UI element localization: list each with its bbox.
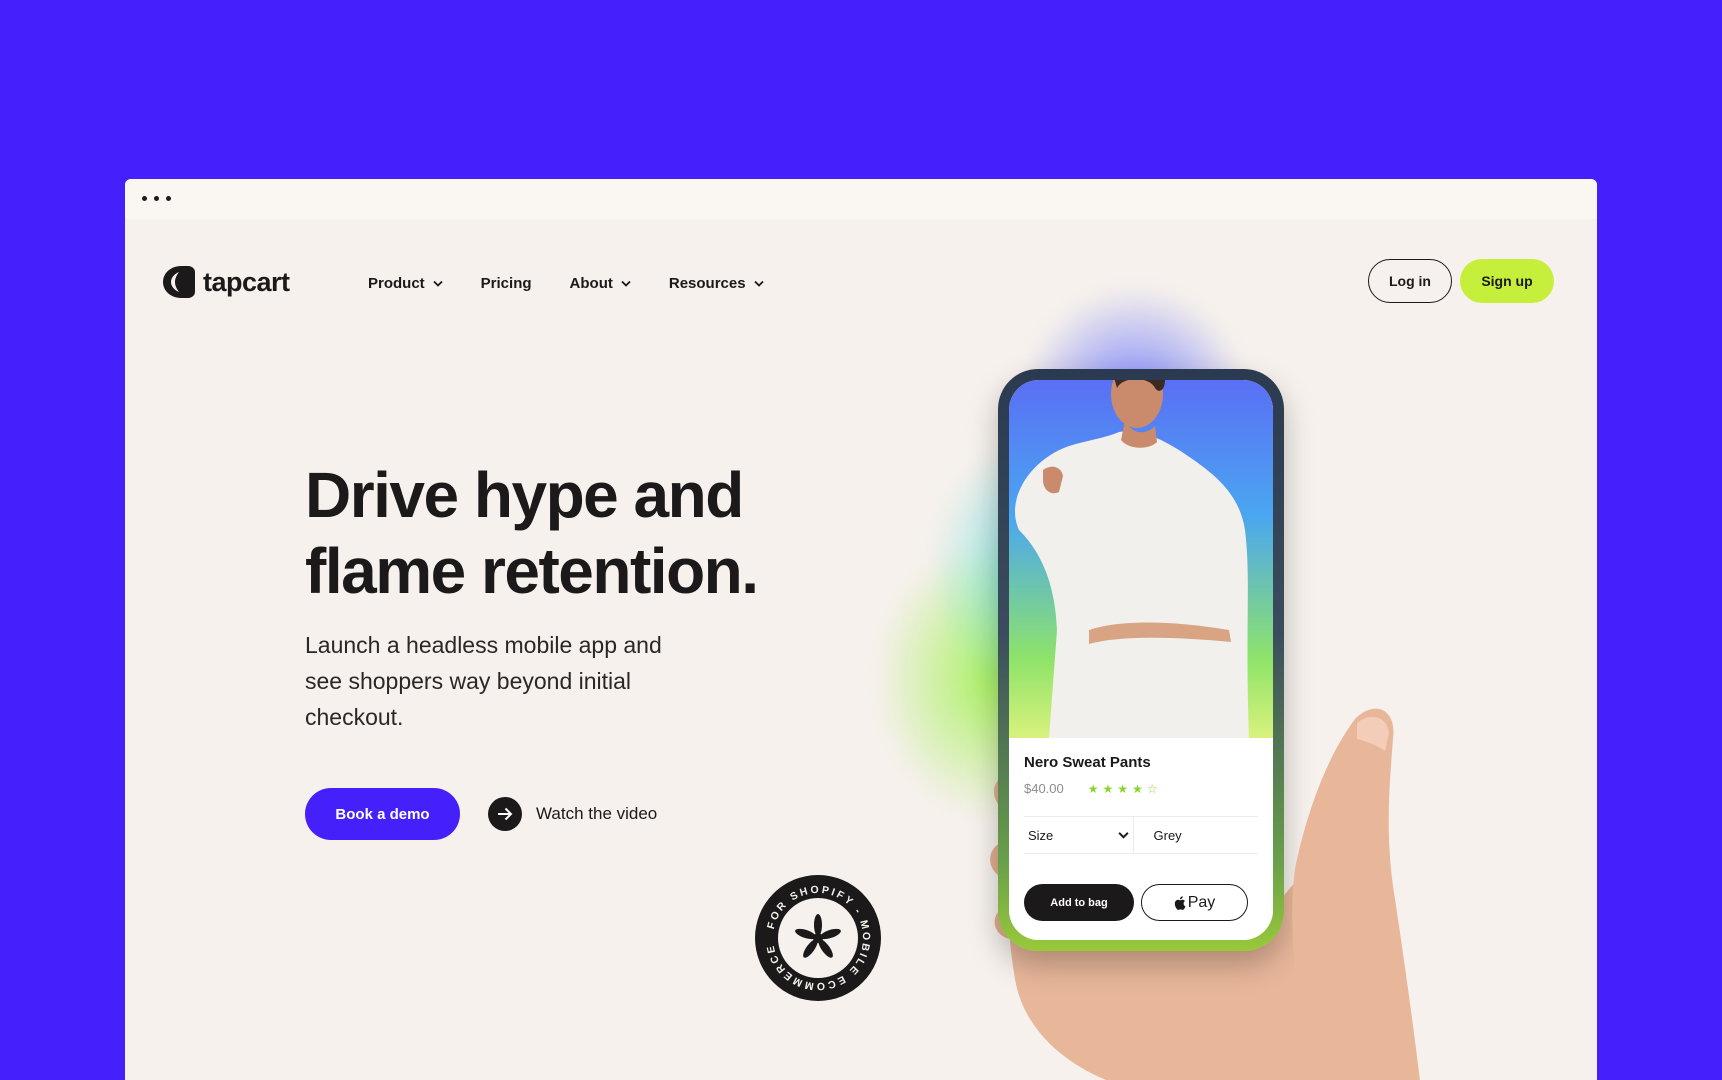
menu-item-about[interactable]: About (570, 275, 631, 292)
browser-chrome (125, 179, 1597, 219)
menu-item-pricing[interactable]: Pricing (481, 275, 532, 292)
hand-thumb-image (1292, 708, 1420, 1080)
hero-subtitle: Launch a headless mobile app and see sho… (305, 632, 662, 730)
menu-item-label: About (569, 275, 613, 292)
watch-video-label: Watch the video (536, 804, 658, 823)
login-button[interactable]: Log in (1368, 259, 1452, 303)
menu-item-product[interactable]: Product (368, 275, 443, 292)
hero-title: Drive hype and flame retention. (305, 457, 865, 609)
add-to-bag-button[interactable]: Add to bag (1024, 884, 1134, 921)
logo[interactable]: tapcart (161, 265, 290, 299)
size-label: Size (1028, 827, 1054, 843)
menu-item-label: Product (368, 275, 425, 292)
price-row: $40.00 ★ ★ ★ ★ ☆ (1024, 781, 1258, 796)
menu-item-resources[interactable]: Resources (669, 275, 764, 292)
rating-stars: ★ ★ ★ ★ ☆ (1088, 783, 1158, 795)
color-value: Grey (1153, 827, 1182, 843)
chevron-down-icon (433, 280, 443, 287)
signup-button[interactable]: Sign up (1460, 259, 1554, 303)
chevron-down-icon (1117, 832, 1129, 839)
product-options: Size Grey (1024, 816, 1258, 854)
hero-title-line: flame retention. (305, 535, 759, 607)
menu-item-label: Pricing (480, 275, 532, 292)
chevron-down-icon (621, 280, 631, 287)
browser-window: tapcart Product Pricing About Resources … (125, 179, 1597, 1080)
window-dots (142, 196, 171, 201)
color-select[interactable]: Grey (1132, 817, 1259, 853)
arrow-right-icon (488, 797, 522, 831)
purchase-buttons: Add to bag Pay (1024, 884, 1258, 921)
star-icon: ☆ (1146, 781, 1158, 796)
pay-label: Pay (1187, 893, 1216, 911)
star-icon: ★ (1132, 781, 1143, 796)
watch-video-link[interactable]: Watch the video (488, 797, 657, 831)
product-price: $40.00 (1024, 781, 1064, 796)
phone-screen: Nero Sweat Pants $40.00 ★ ★ ★ ★ ☆ Size G… (1009, 380, 1273, 940)
chevron-down-icon (753, 280, 764, 287)
logo-text: tapcart (203, 266, 290, 297)
star-icon: ★ (1117, 781, 1129, 796)
product-photo (1009, 380, 1273, 738)
size-select[interactable]: Size (1024, 817, 1133, 853)
main-menu: Product Pricing About Resources (368, 275, 764, 292)
hero-title-line: Drive hype and (305, 459, 744, 531)
book-demo-button[interactable]: Book a demo (305, 788, 460, 840)
star-icon: ★ (1087, 781, 1099, 796)
phone-mockup: Nero Sweat Pants $40.00 ★ ★ ★ ★ ☆ Size G… (998, 369, 1284, 951)
product-name: Nero Sweat Pants (1024, 754, 1151, 771)
site-header: tapcart Product Pricing About Resources … (125, 219, 1597, 319)
menu-item-label: Resources (668, 275, 746, 292)
product-card: Nero Sweat Pants $40.00 ★ ★ ★ ★ ☆ Size G… (1009, 738, 1273, 940)
apple-pay-button[interactable]: Pay (1141, 884, 1248, 921)
logo-icon (163, 266, 195, 298)
apple-icon (1174, 895, 1186, 910)
star-icon: ★ (1102, 781, 1114, 796)
shopify-badge: FOR SHOPIFY - MOBILE ECOMMERCE (755, 875, 881, 1001)
